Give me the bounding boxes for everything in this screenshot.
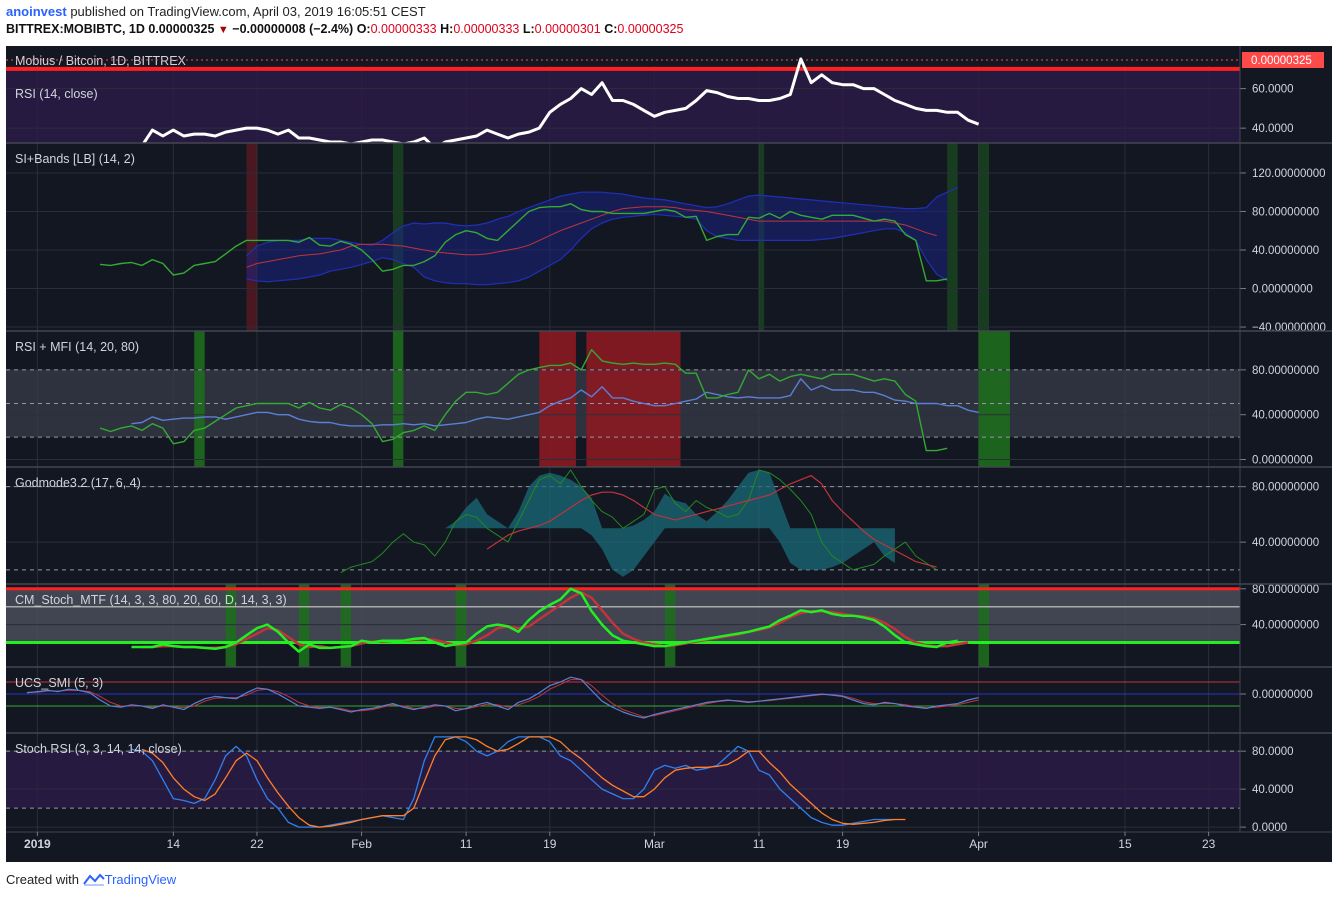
x-tick-label: Apr xyxy=(969,837,988,851)
highlight-green xyxy=(978,143,990,331)
x-tick-label: Feb xyxy=(351,837,372,851)
highlight-green xyxy=(340,584,352,667)
x-tick-label: 14 xyxy=(167,837,181,851)
last-price-tag: 0.00000325 xyxy=(1242,52,1324,68)
pane-title: Godmode3.2 (17, 6, 4) xyxy=(15,476,141,490)
tradingview-logo-icon xyxy=(82,872,105,887)
x-tick-label: 22 xyxy=(250,837,264,851)
last-price-tag-text: 0.00000325 xyxy=(1251,55,1312,67)
x-tick-label: Mar xyxy=(644,837,665,851)
x-tick-label: 19 xyxy=(543,837,557,851)
y-tick-label: 40.00000000 xyxy=(1252,620,1319,632)
chart-area[interactable]: Mobius / Bitcoin, 1D, BITTREX 0.00000325 6… xyxy=(6,46,1332,862)
y-tick-label: 40.00000000 xyxy=(1252,410,1319,422)
highlight-red xyxy=(586,331,681,467)
pane-title: RSI (14, close) xyxy=(15,87,98,101)
x-tick-label: 23 xyxy=(1202,837,1216,851)
highlight-green xyxy=(978,584,990,667)
highlight-green xyxy=(947,143,958,331)
x-tick-label: 11 xyxy=(460,837,473,851)
y-tick-label: 80.00000000 xyxy=(1252,584,1319,596)
y-tick-label: 80.00000000 xyxy=(1252,365,1319,377)
highlight-green xyxy=(664,584,676,667)
highlight-green xyxy=(392,331,404,467)
ohlc-line: BITTREX:MOBIBTC, 1D 0.00000325 ▼ −0.0000… xyxy=(6,22,683,36)
close-value: 0.00000325 xyxy=(617,22,684,36)
x-tick-label: 15 xyxy=(1118,837,1132,851)
highlight-red xyxy=(539,331,576,467)
pane-title: SI+Bands [LB] (14, 2) xyxy=(15,152,135,166)
y-tick-label: −40.00000000 xyxy=(1252,322,1326,334)
highlight-green xyxy=(298,584,310,667)
pane-0: 60.0000 40.0000 RSI (14, close) xyxy=(6,57,1294,143)
tradingview-link[interactable]: TradingView xyxy=(105,872,177,887)
published-text: published on TradingView.com, April 03, … xyxy=(70,4,426,19)
y-tick-label: 80.0000 xyxy=(1252,746,1294,758)
y-tick-label: 40.00000000 xyxy=(1252,537,1319,549)
low-value: 0.00000301 xyxy=(534,22,601,36)
main-pane-title: Mobius / Bitcoin, 1D, BITTREX xyxy=(15,54,187,68)
y-tick-label: 60.0000 xyxy=(1252,84,1294,96)
pane-title: UCS_SMI (5, 3) xyxy=(15,676,103,690)
highlight-green xyxy=(978,331,1010,467)
pane-title: Stoch RSI (3, 3, 14, 14, close) xyxy=(15,742,182,756)
y-tick-label: 40.00000000 xyxy=(1252,245,1319,257)
created-with-text: Created with xyxy=(6,872,79,887)
symbol-label: BITTREX:MOBIBTC, 1D xyxy=(6,22,145,36)
x-tick-label: 19 xyxy=(836,837,850,851)
highlight-red xyxy=(246,143,257,331)
footer: Created with TradingView xyxy=(6,872,176,887)
down-arrow-icon: ▼ xyxy=(217,24,229,36)
close-label: C: xyxy=(604,22,618,36)
y-tick-label: 40.0000 xyxy=(1252,123,1294,135)
highlight-green xyxy=(194,331,205,467)
y-tick-label: 80.00000000 xyxy=(1252,206,1319,218)
pane-title: CM_Stoch_MTF (14, 3, 3, 80, 20, 60, D, 1… xyxy=(15,593,287,607)
y-tick-label: 0.00000000 xyxy=(1252,689,1313,701)
x-tick-label: 11 xyxy=(753,837,766,851)
band-fill xyxy=(6,751,1240,809)
y-tick-label: 0.00000000 xyxy=(1252,455,1313,467)
price-change: −0.00000008 (−2.4%) xyxy=(232,22,354,36)
low-label: L: xyxy=(522,22,535,36)
author-link[interactable]: anoinvest xyxy=(6,4,67,19)
x-tick-label: 2019 xyxy=(24,837,51,851)
highlight-green xyxy=(455,584,467,667)
y-tick-label: 0.00000000 xyxy=(1252,284,1313,296)
y-tick-label: 40.0000 xyxy=(1252,784,1294,796)
publish-line: anoinvest published on TradingView.com, … xyxy=(6,4,426,19)
high-value: 0.00000333 xyxy=(453,22,520,36)
last-price: 0.00000325 xyxy=(148,22,215,36)
y-tick-label: 120.00000000 xyxy=(1252,168,1326,180)
high-label: H: xyxy=(440,22,454,36)
open-value: 0.00000333 xyxy=(370,22,437,36)
pane-title: RSI + MFI (14, 20, 80) xyxy=(15,340,139,354)
y-tick-label: 80.00000000 xyxy=(1252,482,1319,494)
open-label: O: xyxy=(356,22,371,36)
chart-svg[interactable]: Mobius / Bitcoin, 1D, BITTREX 0.000003256… xyxy=(6,46,1332,862)
